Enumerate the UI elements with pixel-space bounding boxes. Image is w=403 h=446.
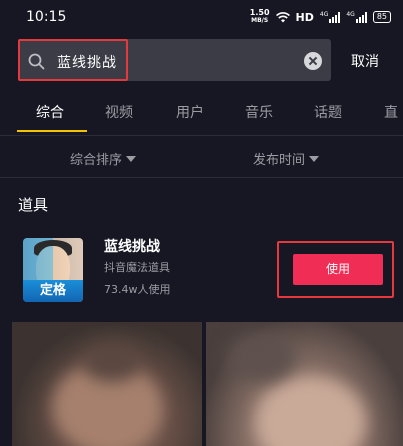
filter-bar: 综合排序 发布时间 [0,137,403,177]
sort-filter-dropdown[interactable]: 综合排序 [70,149,137,168]
tab-user[interactable]: 用户 [176,102,204,122]
blur-shape [82,342,142,382]
tab-topic[interactable]: 话题 [314,102,342,122]
caret-down-icon [126,155,137,162]
section-title-props: 道具 [18,196,49,214]
prop-name[interactable]: 蓝线挑战 [104,236,160,256]
time-filter-dropdown[interactable]: 发布时间 [253,149,320,168]
network-speed: 1.50 MB/S [250,9,270,25]
tab-comprehensive[interactable]: 综合 [36,102,64,122]
active-tab-indicator [17,130,87,132]
battery-icon: 85 [372,11,391,23]
video-grid [0,322,403,446]
clear-icon[interactable] [304,52,322,70]
search-bar: 蓝线挑战 取消 [0,34,403,90]
blur-shape [256,377,366,446]
signal-icon-1: 4G [319,10,341,23]
blur-shape [226,332,296,382]
sort-filter-label: 综合排序 [70,153,123,168]
tab-video[interactable]: 视频 [105,102,133,122]
tabs-divider [0,135,403,136]
search-icon [28,53,45,70]
prop-description: 抖音魔法道具 [104,261,170,274]
filters-divider [0,177,403,178]
prop-thumbnail[interactable]: 定格 [23,238,83,302]
search-query-text: 蓝线挑战 [57,55,117,71]
network-speed-value: 1.50 [249,8,270,17]
tab-live[interactable]: 直 [384,102,398,122]
thumbnail-badge: 定格 [23,280,83,302]
caret-down-icon [309,155,320,162]
network-type-2: 4G [346,10,355,18]
search-tabs: 综合 视频 用户 音乐 话题 直 [0,96,403,136]
status-time: 10:15 [26,9,67,25]
use-button[interactable]: 使用 [293,254,383,285]
tab-music[interactable]: 音乐 [245,102,273,122]
network-type-1: 4G [319,10,329,18]
status-indicators: 1.50 MB/S HD 4G 4G 85 [250,9,391,25]
prop-user-count: 73.4w人使用 [104,283,171,296]
time-filter-label: 发布时间 [253,153,306,168]
signal-icon-2: 4G [346,10,367,23]
status-bar: 10:15 1.50 MB/S HD 4G 4G 85 [0,0,403,34]
cancel-button[interactable]: 取消 [351,51,379,71]
hd-badge: HD [295,10,314,24]
video-card[interactable] [12,322,202,446]
wifi-icon [275,11,290,22]
video-card[interactable] [206,322,403,446]
network-speed-unit: MB/S [251,17,269,24]
